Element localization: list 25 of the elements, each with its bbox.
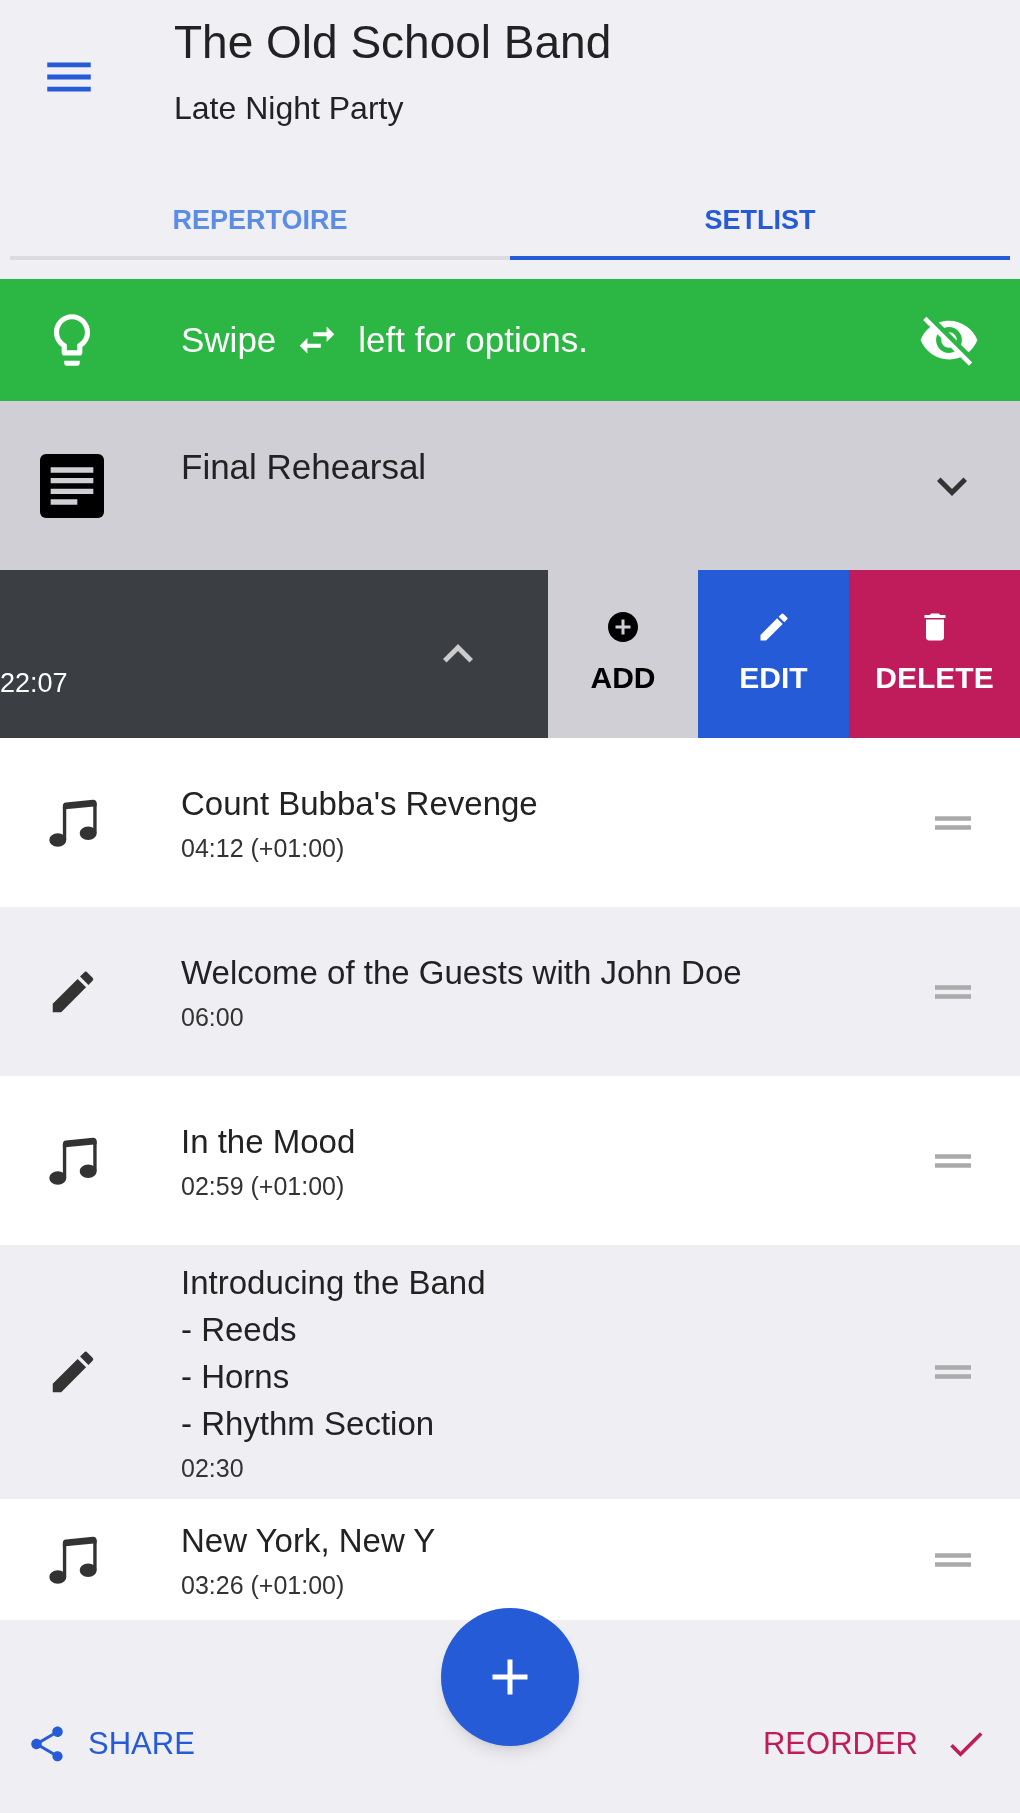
section-title: Final Rehearsal	[181, 446, 427, 488]
tip-text: Swipe	[181, 318, 277, 361]
group-duration: 22:07	[0, 666, 68, 700]
item-title: Welcome of the Guests with John Doe	[181, 953, 743, 993]
item-duration: 04:12 (+01:00)	[181, 833, 346, 864]
tip-text: left for options.	[358, 318, 588, 361]
document-icon	[39, 453, 104, 518]
share-button[interactable]: SHARE	[26, 1720, 195, 1768]
band-title: The Old School Band	[174, 15, 612, 70]
swiped-row[interactable]: 22:07	[0, 570, 548, 738]
item-duration: 02:59 (+01:00)	[181, 1171, 346, 1202]
item-duration: 03:26 (+01:00)	[181, 1570, 346, 1601]
item-title: Introducing the Band - Reeds - Horns - Rhythm Section	[181, 1263, 487, 1444]
edit-button[interactable]: EDIT	[698, 570, 849, 738]
item-title: New York, New Y	[181, 1521, 437, 1561]
item-duration: 02:30	[181, 1453, 245, 1484]
add-button[interactable]: ADD	[548, 570, 698, 738]
tab[interactable]: SETLIST	[510, 185, 1010, 260]
section-header[interactable]: Final Rehearsal	[0, 401, 1020, 570]
reorder-button[interactable]: REORDER	[763, 1720, 988, 1768]
item-title: Count Bubba's Revenge	[181, 784, 539, 824]
delete-button[interactable]: DELETE	[849, 570, 1020, 738]
event-subtitle: Late Night Party	[174, 89, 405, 128]
item-duration: 06:00	[181, 1002, 245, 1033]
item-title: In the Mood	[181, 1122, 357, 1162]
